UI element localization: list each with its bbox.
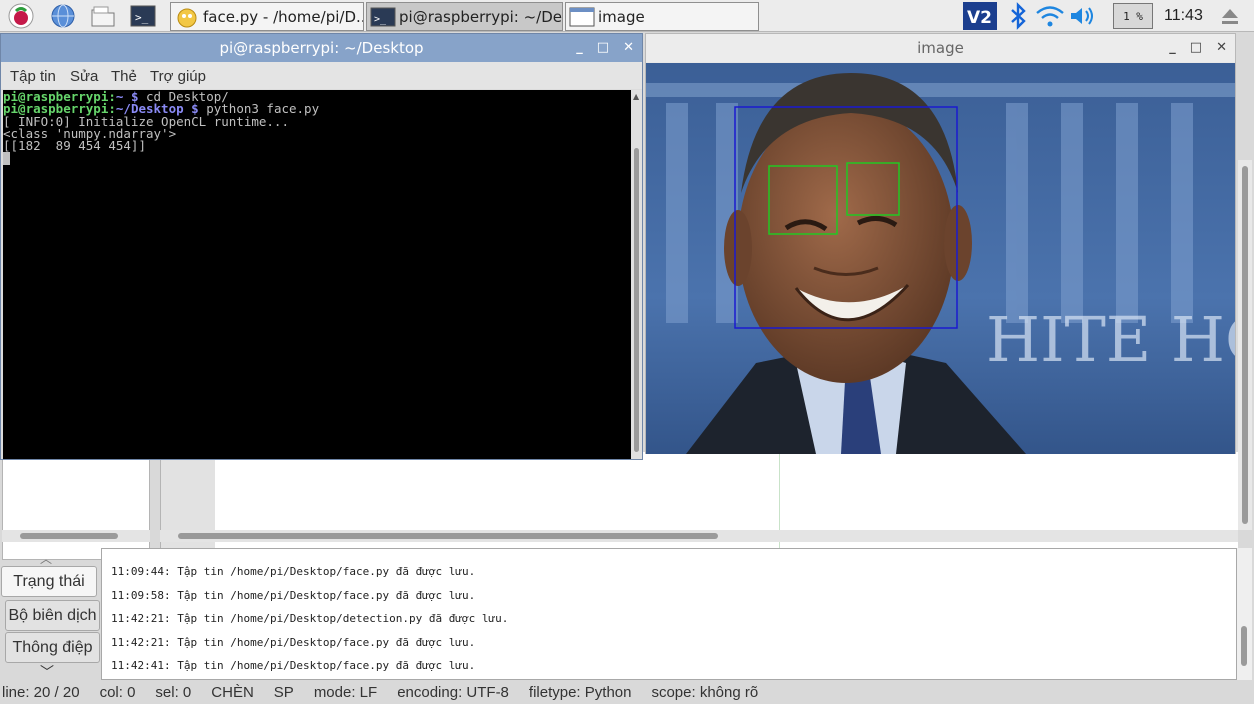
cpu-usage-monitor[interactable]: 1 % [1113, 3, 1153, 29]
status-encoding: encoding: UTF-8 [397, 683, 509, 701]
eject-icon[interactable] [1219, 6, 1241, 26]
status-eol: mode: LF [313, 683, 378, 701]
task-terminal[interactable]: >_ pi@raspberrypi: ~/De... [366, 2, 563, 31]
task-image-window[interactable]: image [565, 2, 759, 31]
svg-text:V2: V2 [967, 8, 992, 28]
tab-compiler[interactable]: Bộ biên dịch [5, 600, 100, 631]
status-sel: sel: 0 [155, 683, 192, 701]
menu-file[interactable]: Tập tin [10, 68, 56, 85]
taskbar: >_ face.py - /home/pi/D... >_ pi@raspber… [0, 0, 1254, 32]
task-geany-face-py[interactable]: face.py - /home/pi/D... [170, 2, 364, 31]
volume-icon[interactable] [1067, 2, 1097, 30]
tab-messages[interactable]: Thông điệp [5, 632, 100, 663]
log-line: 11:09:58: Tập tin /home/pi/Desktop/face.… [111, 589, 476, 602]
background-lettering: HITE HOU [986, 303, 1235, 376]
editor-vscrollbar[interactable] [1238, 160, 1252, 530]
image-window: image _ □ ✕ HITE H [645, 33, 1236, 454]
face-detection-image: HITE HOU [646, 63, 1235, 454]
wifi-icon[interactable] [1033, 2, 1067, 30]
terminal-icon: >_ [370, 7, 396, 26]
status-col: col: 0 [99, 683, 136, 701]
minimize-icon[interactable]: _ [576, 40, 583, 55]
status-line: line: 20 / 20 [2, 683, 80, 701]
clock[interactable]: 11:43 [1164, 7, 1203, 25]
geany-icon [177, 8, 197, 27]
terminal-scrollbar[interactable]: ▲ [631, 90, 642, 459]
minimize-icon[interactable]: _ [1169, 40, 1176, 55]
menu-edit[interactable]: Sửa [70, 68, 98, 85]
menu-tabs[interactable]: Thẻ [111, 68, 137, 85]
menu-help[interactable]: Trợ giúp [150, 68, 206, 85]
symbol-sidebar[interactable] [2, 452, 150, 560]
status-scope: scope: không rõ [651, 683, 759, 701]
raspberry-menu-icon[interactable] [8, 3, 34, 29]
status-filetype: filetype: Python [528, 683, 632, 701]
editor-hscrollbar[interactable] [160, 530, 1238, 542]
log-line: 11:09:44: Tập tin /home/pi/Desktop/face.… [111, 565, 476, 578]
status-message-log[interactable]: 11:09:44: Tập tin /home/pi/Desktop/face.… [101, 548, 1237, 680]
log-line: 11:42:21: Tập tin /home/pi/Desktop/detec… [111, 612, 509, 625]
bluetooth-icon[interactable] [1003, 2, 1033, 30]
window-icon [569, 7, 595, 26]
file-manager-icon[interactable] [90, 3, 116, 29]
image-window-title: image [917, 39, 964, 57]
output-line: [[182 89 454 454]] [3, 138, 146, 154]
log-line: 11:42:41: Tập tin /home/pi/Desktop/face.… [111, 659, 476, 672]
task-label: face.py - /home/pi/D... [203, 7, 364, 26]
web-browser-icon[interactable] [50, 3, 76, 29]
sidebar-hscrollbar[interactable] [2, 530, 150, 542]
log-scrollbar[interactable] [1237, 548, 1252, 680]
terminal-titlebar[interactable]: pi@raspberrypi: ~/Desktop _ □ ✕ [1, 34, 642, 62]
task-label: image [598, 7, 645, 26]
terminal-launcher-icon[interactable]: >_ [130, 3, 156, 29]
system-tray: V2 1 % 11:43 [963, 0, 1241, 32]
status-insert-mode: CHÈN [211, 683, 254, 701]
terminal-title: pi@raspberrypi: ~/Desktop [219, 39, 424, 57]
long-line-marker [779, 452, 780, 560]
code-editor[interactable] [160, 452, 1238, 560]
line-number-gutter [161, 452, 215, 560]
close-icon[interactable]: ✕ [1216, 40, 1227, 55]
svg-text:>_: >_ [135, 11, 149, 24]
text-cursor [3, 152, 10, 166]
chevron-down-icon[interactable]: ﹀ [40, 662, 54, 682]
status-indent: SP [273, 683, 294, 701]
terminal-window: pi@raspberrypi: ~/Desktop _ □ ✕ Tập tin … [0, 33, 643, 460]
close-icon[interactable]: ✕ [623, 40, 634, 55]
svg-text:>_: >_ [374, 14, 387, 25]
maximize-icon[interactable]: □ [1190, 40, 1202, 55]
maximize-icon[interactable]: □ [597, 40, 609, 55]
chevron-up-icon[interactable]: ︿ [40, 550, 52, 567]
log-line: 11:42:21: Tập tin /home/pi/Desktop/face.… [111, 636, 476, 649]
terminal-menubar: Tập tin Sửa Thẻ Trợ giúp [1, 62, 642, 89]
task-label: pi@raspberrypi: ~/De... [399, 7, 563, 26]
tab-status[interactable]: Trạng thái [1, 566, 97, 597]
statusbar: line: 20 / 20 col: 0 sel: 0 CHÈN SP mode… [0, 680, 1254, 704]
vnc-icon[interactable]: V2 [963, 2, 997, 30]
terminal-output[interactable]: pi@raspberrypi:~ $ cd Desktop/ pi@raspbe… [3, 90, 631, 459]
image-titlebar[interactable]: image _ □ ✕ [646, 34, 1235, 62]
